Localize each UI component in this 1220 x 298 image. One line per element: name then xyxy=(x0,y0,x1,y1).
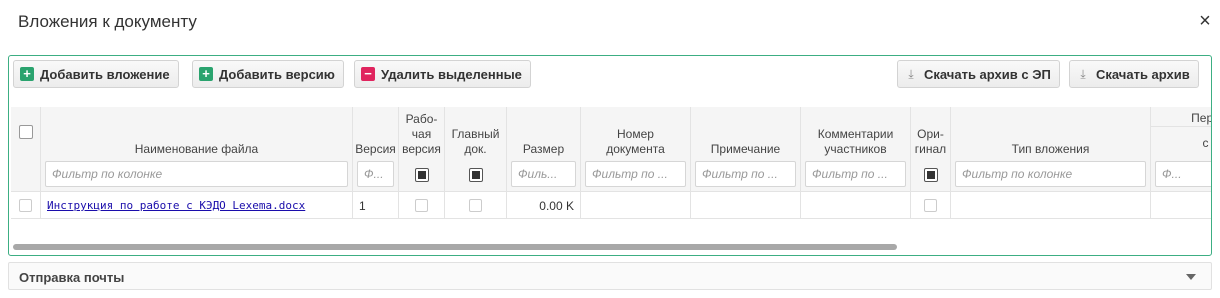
horizontal-scrollbar[interactable] xyxy=(13,244,897,250)
doc-number-cell xyxy=(581,192,691,219)
original-filter-checkbox[interactable] xyxy=(923,168,938,182)
column-size[interactable]: Размер Филь... xyxy=(507,107,581,191)
file-name-link[interactable]: Инструкция по работе с КЭДО Lexema.docx xyxy=(41,199,305,212)
period-cell xyxy=(1151,192,1211,219)
download-archive-ep-button[interactable]: ⤓ Скачать архив с ЭП xyxy=(897,60,1060,88)
column-main-doc-label: Главный док. xyxy=(451,127,500,156)
comments-cell xyxy=(801,192,911,219)
attachment-type-cell xyxy=(951,192,1151,219)
mail-section-label: Отправка почты xyxy=(19,270,125,285)
version-filter-input[interactable]: Ф... xyxy=(357,161,394,187)
column-attachment-type[interactable]: Тип вложения Фильтр по колонке xyxy=(951,107,1151,191)
main-doc-filter-checkbox[interactable] xyxy=(468,168,483,182)
select-all-cell xyxy=(11,107,41,191)
download-archive-ep-label: Скачать архив с ЭП xyxy=(924,66,1051,82)
comments-filter-input[interactable]: Фильтр по ... xyxy=(805,161,906,187)
column-comments[interactable]: Комментарии участников Фильтр по ... xyxy=(801,107,911,191)
column-size-label: Размер xyxy=(522,142,565,156)
delete-selected-button[interactable]: − Удалить выделенные xyxy=(354,60,531,88)
download-icon: ⤓ xyxy=(908,67,914,81)
add-version-label: Добавить версию xyxy=(219,66,335,82)
version-cell: 1 xyxy=(353,192,399,219)
download-icon: ⤓ xyxy=(1080,67,1086,81)
column-working-version[interactable]: Рабо- чая версия xyxy=(399,107,445,191)
size-filter-input[interactable]: Филь... xyxy=(511,161,576,187)
column-working-version-label: Рабо- чая версия xyxy=(402,112,441,156)
mail-section-header[interactable]: Отправка почты xyxy=(8,262,1212,290)
doc-number-filter-input[interactable]: Фильтр по ... xyxy=(585,161,686,187)
attachments-panel: + Добавить вложение + Добавить версию − … xyxy=(8,55,1212,256)
plus-icon: + xyxy=(20,67,34,81)
add-attachment-button[interactable]: + Добавить вложение xyxy=(13,60,179,88)
minus-icon: − xyxy=(361,67,375,81)
select-all-checkbox[interactable] xyxy=(19,125,33,139)
column-comments-label: Комментарии участников xyxy=(817,127,894,156)
attachment-type-filter-input[interactable]: Фильтр по колонке xyxy=(955,161,1146,187)
column-note[interactable]: Примечание Фильтр по ... xyxy=(691,107,801,191)
size-cell: 0.00 K xyxy=(507,192,581,219)
download-archive-label: Скачать архив xyxy=(1096,66,1190,82)
delete-selected-label: Удалить выделенные xyxy=(381,66,522,82)
table-row[interactable]: Инструкция по работе с КЭДО Lexema.docx … xyxy=(11,191,1211,219)
column-doc-number-label: Номер документа xyxy=(606,127,665,156)
note-filter-input[interactable]: Фильтр по ... xyxy=(695,161,796,187)
column-version[interactable]: Версия Ф... xyxy=(353,107,399,191)
file-name-filter-input[interactable]: Фильтр по колонке xyxy=(45,161,348,187)
column-original[interactable]: Ори- гинал xyxy=(911,107,951,191)
column-version-label: Версия xyxy=(355,142,396,156)
close-icon[interactable]: × xyxy=(1196,10,1214,32)
column-file-name-label: Наименование файла xyxy=(134,142,259,156)
column-period-from-label: с xyxy=(1202,136,1209,150)
column-note-label: Примечание xyxy=(710,142,781,156)
row-select-checkbox[interactable] xyxy=(19,199,32,212)
dialog-title: Вложения к документу xyxy=(18,12,197,31)
chevron-down-icon xyxy=(1186,274,1196,280)
download-archive-button[interactable]: ⤓ Скачать архив xyxy=(1069,60,1199,88)
original-checkbox[interactable] xyxy=(924,199,937,212)
column-main-doc[interactable]: Главный док. xyxy=(445,107,507,191)
column-original-label: Ори- гинал xyxy=(914,127,947,156)
attachments-grid: Наименование файла Фильтр по колонке Вер… xyxy=(11,107,1211,243)
working-version-checkbox[interactable] xyxy=(415,199,428,212)
main-doc-checkbox[interactable] xyxy=(469,199,482,212)
add-version-button[interactable]: + Добавить версию xyxy=(192,60,344,88)
plus-icon: + xyxy=(199,67,213,81)
column-period-label: Пери xyxy=(1151,109,1211,127)
column-file-name[interactable]: Наименование файла Фильтр по колонке xyxy=(41,107,353,191)
period-from-filter-input[interactable]: Ф... xyxy=(1155,161,1211,187)
column-period[interactable]: Пери с Ф... xyxy=(1151,107,1211,191)
note-cell xyxy=(691,192,801,219)
column-attachment-type-label: Тип вложения xyxy=(1011,142,1090,156)
working-version-filter-checkbox[interactable] xyxy=(414,168,429,182)
column-doc-number[interactable]: Номер документа Фильтр по ... xyxy=(581,107,691,191)
add-attachment-label: Добавить вложение xyxy=(40,66,170,82)
